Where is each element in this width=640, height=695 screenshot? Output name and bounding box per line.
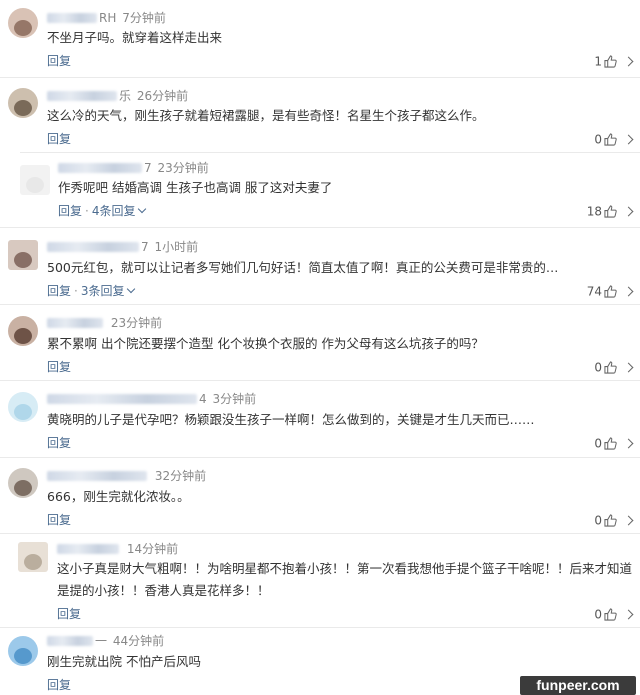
- comment-time: 44分钟前: [112, 633, 165, 648]
- username[interactable]: 乐 26分钟前: [47, 87, 188, 103]
- chevron-right-icon[interactable]: [623, 56, 634, 67]
- avatar[interactable]: [8, 240, 38, 270]
- comment-text: 不坐月子吗。就穿着这样走出来: [47, 30, 223, 45]
- reply-button[interactable]: 回复: [47, 359, 71, 375]
- divider: [0, 77, 640, 78]
- comment-time: 14分钟前: [126, 541, 179, 556]
- reply-button[interactable]: 回复 · 3条回复: [47, 283, 136, 299]
- reply-button[interactable]: 回复: [47, 131, 71, 147]
- chevron-right-icon[interactable]: [623, 362, 634, 373]
- username[interactable]: 32分钟前: [47, 467, 206, 483]
- divider: [0, 227, 640, 228]
- divider: [0, 533, 640, 534]
- avatar[interactable]: [8, 392, 38, 422]
- like-button[interactable]: 0: [594, 359, 634, 376]
- comment-time: 23分钟前: [157, 160, 209, 175]
- comment-time: 3分钟前: [212, 391, 257, 406]
- username[interactable]: 23分钟前: [47, 314, 162, 330]
- like-button[interactable]: 18: [587, 203, 634, 220]
- username[interactable]: 4 3分钟前: [47, 390, 256, 406]
- thumbs-up-icon: [604, 205, 617, 218]
- like-button[interactable]: 0: [594, 606, 634, 623]
- thumbs-up-icon: [604, 361, 617, 374]
- thumbs-up-icon: [604, 55, 617, 68]
- avatar[interactable]: [8, 468, 38, 498]
- reply-button[interactable]: 回复: [47, 512, 71, 528]
- comment-text: 这么冷的天气，刚生孩子就着短裙露腿，是有些奇怪！名星生个孩子都这么作。: [47, 108, 485, 123]
- username[interactable]: 7 1小时前: [47, 238, 198, 254]
- chevron-right-icon[interactable]: [623, 286, 634, 297]
- like-button[interactable]: 0: [594, 512, 634, 529]
- chevron-right-icon[interactable]: [623, 609, 634, 620]
- username[interactable]: 7 23分钟前: [58, 159, 209, 175]
- comment-text: 黄晓明的儿子是代孕吧？杨颖跟没生孩子一样啊！怎么做到的，关键是才生几天而已……: [47, 412, 535, 427]
- avatar[interactable]: [8, 316, 38, 346]
- chevron-right-icon[interactable]: [623, 206, 634, 217]
- comment-time: 23分钟前: [110, 315, 163, 330]
- comment-text: 累不累啊 出个院还要摆个造型 化个妆换个衣服的 作为父母有这么坑孩子的吗？: [47, 336, 484, 351]
- chevron-down-icon[interactable]: [138, 204, 147, 214]
- divider: [0, 457, 640, 458]
- chevron-right-icon[interactable]: [623, 438, 634, 449]
- like-button[interactable]: 74: [587, 283, 634, 300]
- divider: [0, 627, 640, 628]
- username[interactable]: 一 44分钟前: [47, 632, 164, 648]
- chevron-right-icon[interactable]: [623, 515, 634, 526]
- reply-button[interactable]: 回复: [47, 53, 71, 69]
- avatar[interactable]: [8, 636, 38, 666]
- replies-count-link[interactable]: 3条回复: [81, 284, 125, 298]
- avatar[interactable]: [18, 542, 48, 572]
- comment-time: 32分钟前: [154, 468, 207, 483]
- like-button[interactable]: 0: [594, 131, 634, 148]
- divider: [0, 380, 640, 381]
- comment-text: 刚生完就出院 不怕产后风吗: [47, 654, 201, 669]
- username[interactable]: 14分钟前: [57, 540, 178, 556]
- reply-button[interactable]: 回复 · 4条回复: [58, 203, 147, 219]
- thumbs-up-icon: [604, 133, 617, 146]
- comment-text: 这小子真是财大气粗啊！！为啥明星都不抱着小孩！！第一次看我想他手提个篮子干啥呢！…: [57, 561, 633, 598]
- watermark: funpeer.com: [520, 676, 636, 695]
- like-button[interactable]: 1: [594, 53, 634, 70]
- thumbs-up-icon: [604, 514, 617, 527]
- reply-button[interactable]: 回复: [57, 606, 81, 622]
- comment-time: 7分钟前: [122, 10, 166, 25]
- divider: [20, 152, 640, 153]
- chevron-down-icon[interactable]: [127, 284, 136, 294]
- thumbs-up-icon: [604, 285, 617, 298]
- divider: [0, 304, 640, 305]
- comment-text: 666，刚生完就化浓妆。。: [47, 489, 190, 504]
- avatar[interactable]: [8, 8, 38, 38]
- username[interactable]: RH 7分钟前: [47, 9, 166, 25]
- thumbs-up-icon: [604, 608, 617, 621]
- chevron-right-icon[interactable]: [623, 134, 634, 145]
- reply-button[interactable]: 回复: [47, 677, 71, 693]
- comment-time: 26分钟前: [136, 88, 189, 103]
- reply-button[interactable]: 回复: [47, 435, 71, 451]
- avatar[interactable]: [8, 88, 38, 118]
- comment-time: 1小时前: [154, 239, 199, 254]
- comment-text: 作秀呢吧 结婚高调 生孩子也高调 服了这对夫妻了: [58, 180, 333, 195]
- comment-text: 500元红包，就可以让记者多写她们几句好话！简直太值了啊！真正的公关费可是非常贵…: [47, 260, 559, 275]
- avatar[interactable]: [20, 165, 50, 195]
- replies-count-link[interactable]: 4条回复: [92, 204, 136, 218]
- thumbs-up-icon: [604, 437, 617, 450]
- like-button[interactable]: 0: [594, 435, 634, 452]
